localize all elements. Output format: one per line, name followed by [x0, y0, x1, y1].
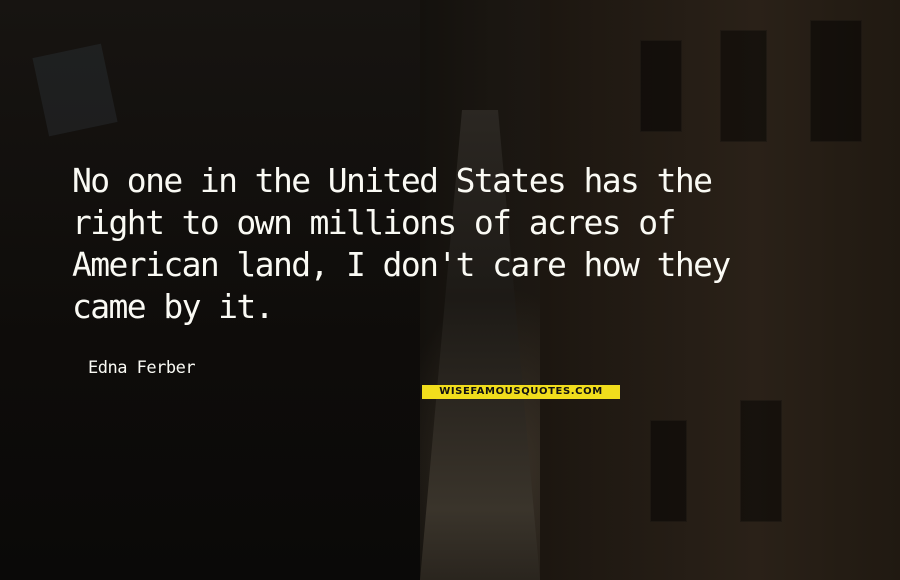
quote-line: right to own millions of acres of [72, 203, 676, 242]
background-window [650, 420, 687, 522]
quote-line: American land, I don't care how they [72, 245, 731, 284]
background-window [810, 20, 862, 142]
background-window [640, 40, 682, 132]
quote-text: No one in the United States has the righ… [72, 160, 852, 328]
quote-card: No one in the United States has the righ… [0, 0, 900, 580]
site-logo-text: WISEFAMOUSQUOTES.COM [439, 386, 603, 397]
background-window [720, 30, 767, 142]
quote-author: Edna Ferber [88, 358, 196, 378]
background-window [740, 400, 782, 522]
quote-line: No one in the United States has the [72, 161, 713, 200]
site-logo: WISEFAMOUSQUOTES.COM [422, 385, 620, 399]
quote-line: came by it. [72, 287, 275, 326]
